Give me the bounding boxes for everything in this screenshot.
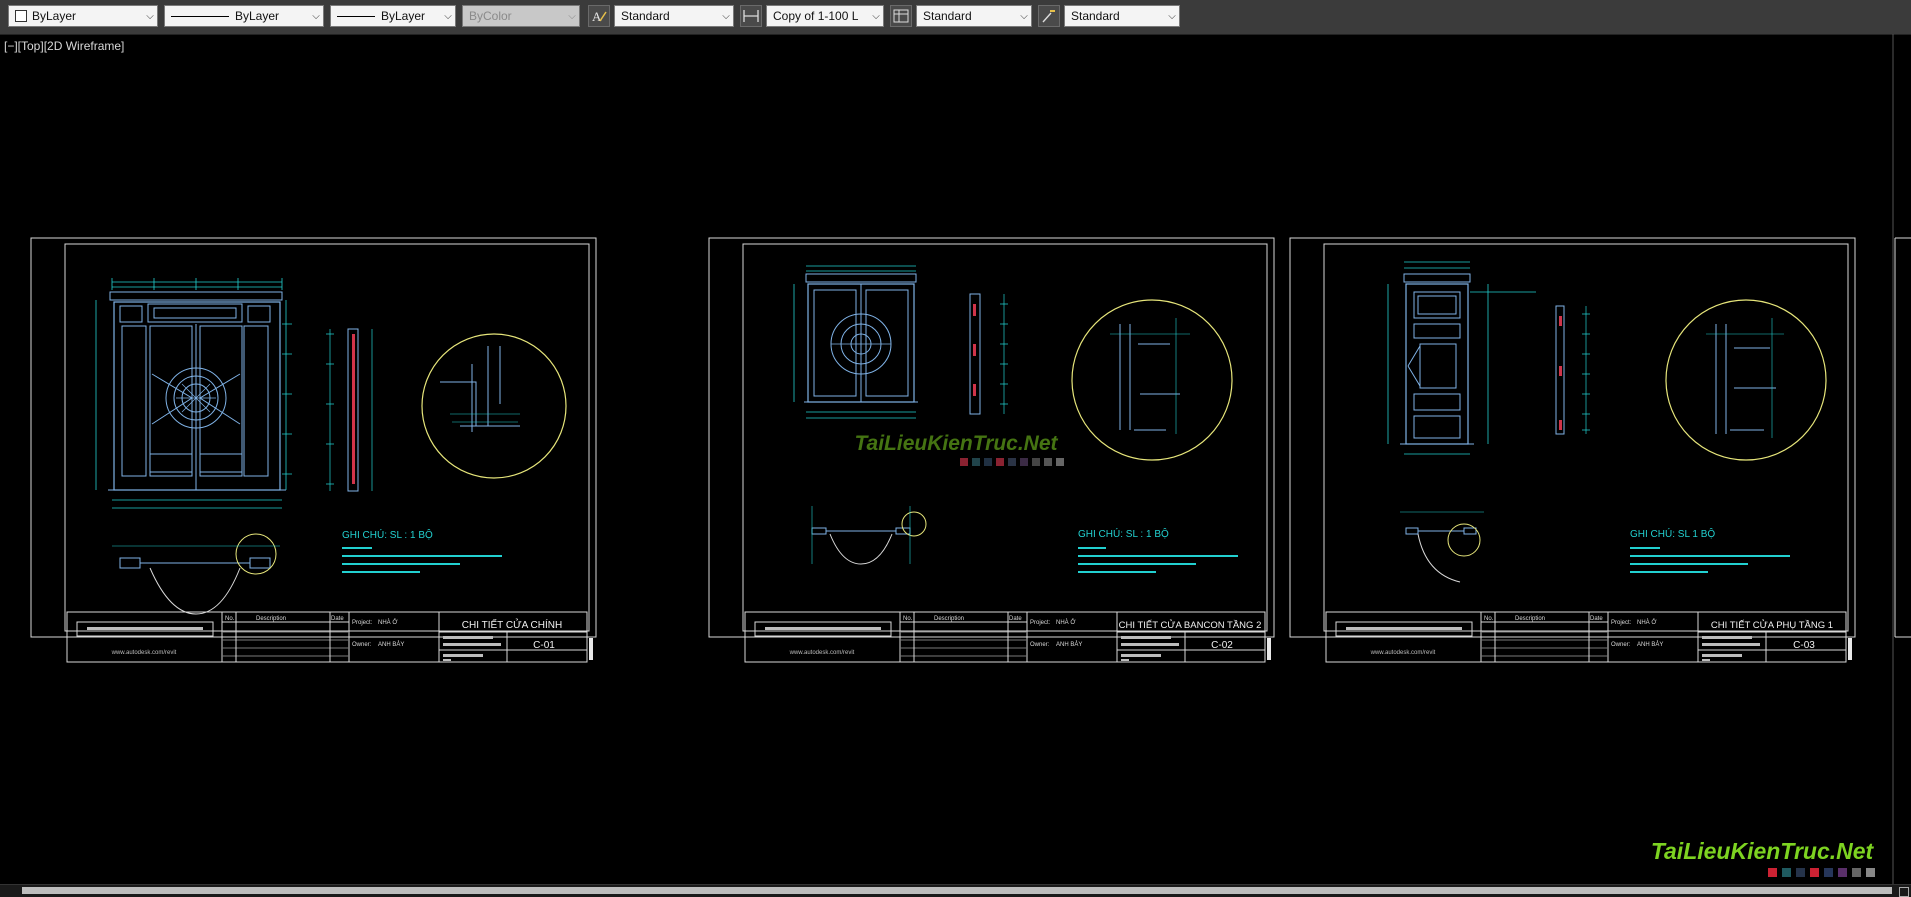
color-select[interactable]: ByLayer ⌵: [8, 5, 158, 27]
bancon-door-side-section: [969, 293, 1008, 415]
bancon-door-detail-circle: [1071, 299, 1233, 461]
center-watermark: TaiLieuKienTruc.Net: [854, 432, 1058, 455]
dimstyle-select[interactable]: Copy of 1-100 L ⌵: [766, 5, 884, 27]
sheet-2-project: NHÀ Ở: [1056, 619, 1075, 626]
sheet-1-note-heading: GHI CHÚ: SL : 1 BỘ: [342, 528, 433, 541]
main-door-dimensions: [95, 278, 292, 509]
sheet-3-project-label: Project:: [1611, 620, 1632, 626]
sheet-2-owner: ANH BẢY: [1056, 641, 1082, 648]
sheet-3-owner-label: Owner:: [1611, 642, 1631, 648]
chevron-down-icon: ⌵: [1020, 10, 1028, 22]
sheet-3-col-no: No.: [1484, 616, 1494, 622]
sheet-1[interactable]: GHI CHÚ: SL : 1 BỘ www.autodesk.com/revi…: [30, 237, 597, 663]
sheet-2-col-date: Date: [1009, 616, 1022, 622]
plotstyle-select: ByColor ⌵: [462, 5, 580, 27]
plotstyle-select-value: ByColor: [469, 9, 512, 23]
sheet-1-col-no: No.: [225, 616, 235, 622]
sheet-1-project-label: Project:: [352, 620, 373, 626]
sheet-2-col-desc: Description: [934, 616, 964, 622]
chevron-down-icon: ⌵: [1168, 10, 1176, 22]
mleaderstyle-select-value: Standard: [1071, 9, 1120, 23]
sheet-1-col-desc: Description: [256, 616, 286, 622]
sheet-3-project: NHÀ Ở: [1637, 619, 1656, 626]
dimension-style-icon[interactable]: [740, 5, 762, 27]
sheet-3-note-lines: [1630, 547, 1790, 573]
main-door-detail-circle: [421, 333, 567, 479]
sheet-1-number: C-01: [533, 640, 555, 651]
sheet-2-project-label: Project:: [1030, 620, 1051, 626]
bancon-door-plan: [811, 506, 927, 565]
sheet-2-owner-label: Owner:: [1030, 642, 1050, 648]
sheet-1-edge-mark: [589, 638, 593, 660]
corner-watermark-swatches: [1768, 868, 1875, 877]
sheet-3-col-date: Date: [1590, 616, 1603, 622]
main-door-elevation: [108, 291, 286, 491]
sheet-1-note-lines: [342, 547, 502, 573]
side-door-elevation: [1400, 273, 1474, 445]
color-swatch-icon: [15, 10, 27, 22]
sheet-3-owner: ANH BẢY: [1637, 641, 1663, 648]
tablestyle-select[interactable]: Standard ⌵: [916, 5, 1032, 27]
sheet-1-col-date: Date: [331, 616, 344, 622]
sheet-2-note-lines: [1078, 547, 1238, 573]
lineweight-select-value: ByLayer: [381, 9, 426, 23]
main-door-side-section: [326, 328, 373, 492]
chevron-down-icon: ⌵: [722, 10, 730, 22]
sheet-2-edge-mark: [1267, 638, 1271, 660]
horizontal-scrollbar[interactable]: [0, 884, 1911, 897]
sheet-4-partial[interactable]: [1894, 237, 1911, 638]
tablestyle-select-value: Standard: [923, 9, 972, 23]
lineweight-preview-icon: [337, 15, 375, 17]
color-select-value: ByLayer: [32, 9, 77, 23]
sheet-1-url: www.autodesk.com/revit: [111, 650, 177, 656]
multileader-style-icon[interactable]: [1038, 5, 1060, 27]
sheet-2-note-heading: GHI CHÚ: SL : 1 BỘ: [1078, 527, 1169, 540]
linetype-preview-icon: [171, 15, 229, 17]
text-style-icon[interactable]: A: [588, 5, 610, 27]
chevron-down-icon: ⌵: [312, 10, 320, 22]
side-door-dimensions: [1387, 261, 1536, 455]
bancon-door-dimensions: [793, 265, 916, 419]
sheet-3-col-desc: Description: [1515, 616, 1545, 622]
sheet-2-col-no: No.: [903, 616, 913, 622]
sheet-1-owner-label: Owner:: [352, 642, 372, 648]
side-door-detail-circle: [1665, 299, 1827, 461]
sheet-3-number: C-03: [1793, 640, 1815, 651]
sheet-3-edge-mark: [1848, 638, 1852, 660]
side-door-side-section: [1555, 305, 1590, 435]
textstyle-select[interactable]: Standard ⌵: [614, 5, 734, 27]
linetype-select[interactable]: ByLayer ⌵: [164, 5, 324, 27]
sheet-1-owner: ANH BẢY: [378, 641, 404, 648]
scrollbar-thumb[interactable]: [22, 887, 1892, 894]
textstyle-select-value: Standard: [621, 9, 670, 23]
sheet-3-note-heading: GHI CHÚ: SL 1 BỘ: [1630, 527, 1715, 540]
corner-watermark: TaiLieuKienTruc.Net: [1651, 838, 1875, 864]
sheet-1-project: NHÀ Ở: [378, 619, 397, 626]
chevron-down-icon: ⌵: [872, 10, 880, 22]
mleaderstyle-select[interactable]: Standard ⌵: [1064, 5, 1180, 27]
sheet-2-title: CHI TIẾT CỬA BANCON TẦNG 2: [1119, 619, 1262, 631]
bancon-door-elevation: [804, 273, 918, 403]
sheet-1-title: CHI TIẾT CỬA CHÍNH: [462, 618, 562, 631]
chevron-down-icon: ⌵: [146, 10, 154, 22]
properties-toolbar: ByLayer ⌵ ByLayer ⌵ ByLayer ⌵ ByColor ⌵ …: [0, 0, 1911, 35]
table-style-icon[interactable]: [890, 5, 912, 27]
sheet-2[interactable]: GHI CHÚ: SL : 1 BỘ TaiLieuKienTruc.Net w…: [708, 237, 1275, 663]
drawing-canvas[interactable]: GHI CHÚ: SL : 1 BỘ www.autodesk.com/revi…: [0, 34, 1911, 884]
sheet-3[interactable]: GHI CHÚ: SL 1 BỘ www.autodesk.com/revit …: [1289, 237, 1856, 663]
sheet-3-title: CHI TIẾT CỬA PHỤ TẦNG 1: [1711, 619, 1833, 631]
main-door-plan: [112, 533, 280, 615]
linetype-select-value: ByLayer: [235, 9, 280, 23]
side-door-plan: [1400, 511, 1484, 583]
dimstyle-select-value: Copy of 1-100 L: [773, 9, 859, 23]
lineweight-select[interactable]: ByLayer ⌵: [330, 5, 456, 27]
chevron-down-icon: ⌵: [568, 10, 576, 22]
sheet-3-url: www.autodesk.com/revit: [1370, 650, 1436, 656]
sheet-2-number: C-02: [1211, 640, 1233, 651]
sheet-2-url: www.autodesk.com/revit: [789, 650, 855, 656]
center-watermark-swatches: [960, 458, 1064, 466]
svg-text:A: A: [592, 9, 602, 24]
chevron-down-icon: ⌵: [444, 10, 452, 22]
